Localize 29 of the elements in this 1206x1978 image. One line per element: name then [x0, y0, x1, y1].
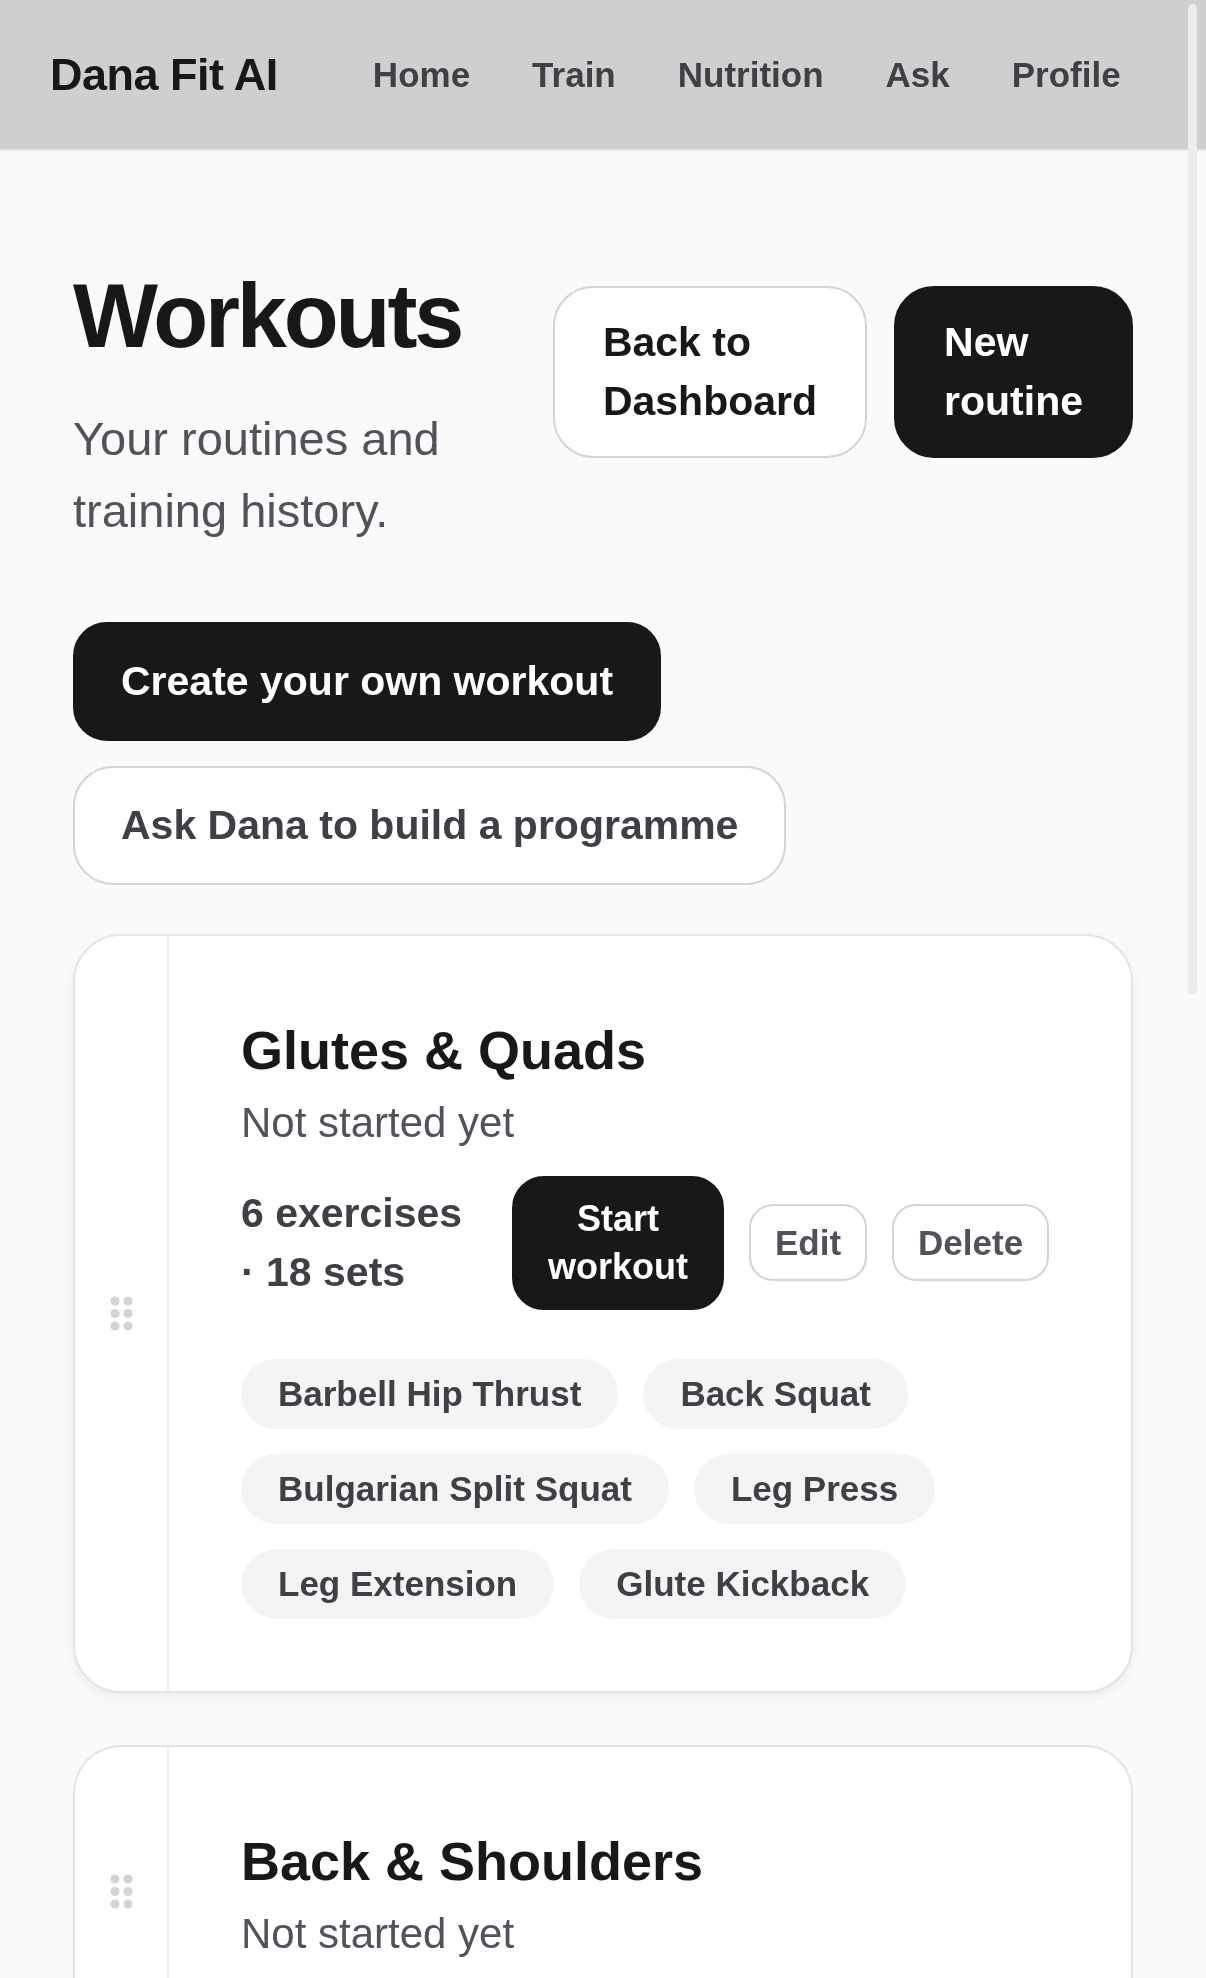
routine-summary: 6 exercises · 18 sets: [241, 1188, 464, 1297]
drag-handle-icon[interactable]: [109, 1874, 133, 1910]
page-title: Workouts: [73, 267, 463, 366]
delete-button[interactable]: Delete: [892, 1204, 1050, 1282]
create-workout-button[interactable]: Create your own workout: [73, 622, 662, 741]
nav-link[interactable]: Ask: [885, 57, 950, 92]
new-routine-button[interactable]: New routine: [894, 286, 1133, 458]
scrollbar-thumb[interactable]: [1188, 4, 1197, 994]
nav-link[interactable]: Train: [532, 57, 616, 92]
ask-assistant-button[interactable]: Ask Dana to build a programme: [73, 766, 787, 885]
routine-status: Not started yet: [241, 1097, 516, 1148]
routine-title: Glutes & Quads: [241, 1019, 648, 1082]
exercise-tag: Bulgarian Split Squat: [241, 1453, 669, 1524]
exercise-tag: Glute Kickback: [579, 1548, 907, 1619]
exercise-tag: Barbell Hip Thrust: [241, 1358, 619, 1429]
exercise-tag: Back Squat: [643, 1358, 908, 1429]
page-subtitle: Your routines and training history.: [73, 411, 441, 539]
brand-logo-text[interactable]: Dana Fit AI: [50, 52, 278, 97]
nav-link[interactable]: Profile: [1011, 57, 1121, 92]
routine-status: Not started yet: [241, 1908, 516, 1959]
drag-handle-icon[interactable]: [109, 1295, 133, 1331]
back-button[interactable]: Back to Dashboard: [552, 286, 868, 458]
routine-title: Back & Shoulders: [241, 1829, 705, 1893]
nav-link[interactable]: Nutrition: [677, 57, 824, 92]
exercise-tag: Leg Extension: [241, 1548, 555, 1619]
start-workout-button[interactable]: Start workout: [512, 1175, 724, 1310]
nav-link[interactable]: Home: [372, 57, 471, 92]
edit-button[interactable]: Edit: [749, 1204, 868, 1282]
exercise-tag: Leg Press: [693, 1453, 936, 1524]
